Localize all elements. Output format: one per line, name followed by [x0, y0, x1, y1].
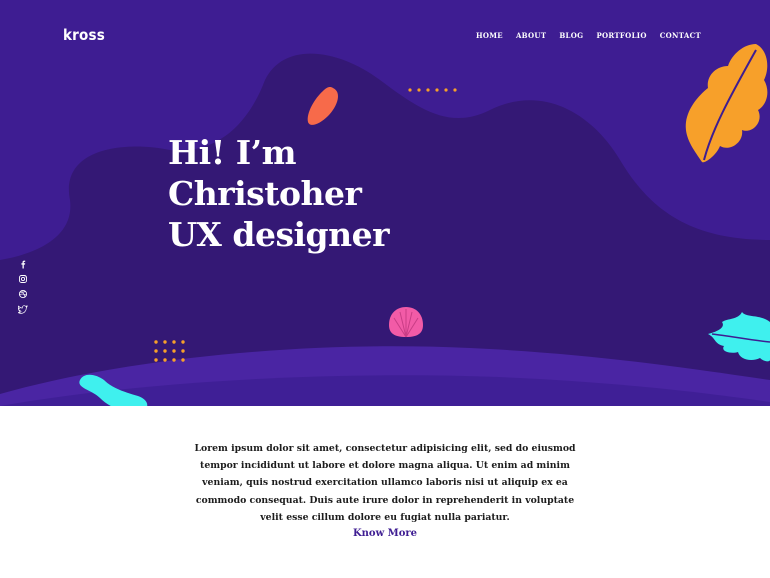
hero-section: kross HOME ABOUT BLOG PORTFOLIO CONTACT …: [0, 0, 770, 406]
nav-item-portfolio[interactable]: PORTFOLIO: [596, 31, 646, 40]
instagram-icon[interactable]: [18, 274, 28, 284]
hero-line-name: Christoher: [168, 174, 362, 213]
intro-paragraph: Lorem ipsum dolor sit amet, consectetur …: [194, 443, 576, 523]
social-links: [18, 259, 28, 314]
hero-headline: Hi! I’m Christoher UX designer: [168, 132, 390, 255]
know-more-link[interactable]: Know More: [353, 528, 417, 539]
nav-item-about[interactable]: ABOUT: [516, 31, 546, 40]
twitter-icon[interactable]: [18, 304, 28, 314]
brand-logo[interactable]: kross: [63, 26, 105, 44]
nav-item-home[interactable]: HOME: [476, 31, 503, 40]
dribbble-icon[interactable]: [18, 289, 28, 299]
hero-line-greeting: Hi! I’m: [168, 133, 297, 172]
nav-item-blog[interactable]: BLOG: [559, 31, 583, 40]
facebook-icon[interactable]: [18, 259, 28, 269]
nav-item-contact[interactable]: CONTACT: [660, 31, 701, 40]
main-nav: HOME ABOUT BLOG PORTFOLIO CONTACT: [476, 31, 701, 40]
orange-leaf-shape: [685, 44, 768, 163]
hero-line-role: UX designer: [168, 215, 390, 254]
dots-row-top: [408, 88, 461, 92]
know-more-wrap: Know More: [0, 521, 770, 540]
